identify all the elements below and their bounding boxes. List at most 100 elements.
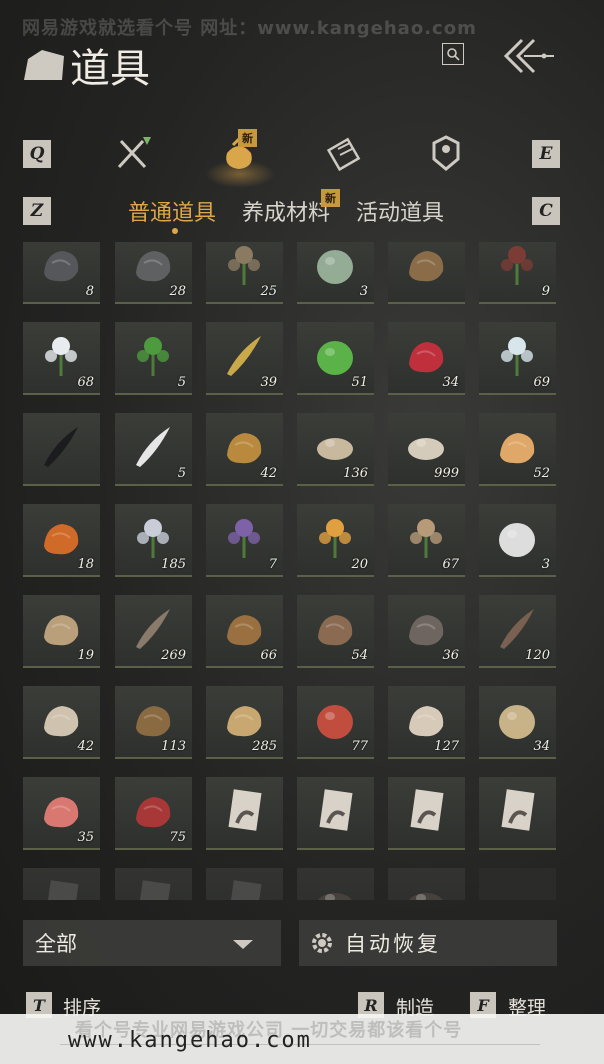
subtab-event-items[interactable]: 活动道具 [356, 195, 444, 227]
inventory-slot[interactable]: 9 [479, 242, 556, 304]
inventory-slot[interactable]: 36 [388, 595, 465, 668]
inventory-slot[interactable]: 已过期 [388, 868, 465, 900]
inventory-slot[interactable]: 69 [479, 322, 556, 395]
search-button[interactable] [442, 43, 464, 65]
lychee-icon [310, 694, 360, 744]
inventory-slot[interactable]: 51 [297, 322, 374, 395]
brown-feather-icon [492, 603, 542, 653]
cat-card-icon [401, 785, 451, 835]
subtab-materials[interactable]: 养成材料 [242, 195, 330, 227]
inventory-slot[interactable]: 54 [297, 595, 374, 668]
inventory-slot[interactable]: 285 [206, 686, 283, 759]
root-icon [219, 242, 269, 289]
item-count: 51 [351, 375, 368, 390]
meat-chunks-icon [36, 785, 86, 835]
inventory-slot[interactable]: 34 [388, 322, 465, 395]
inventory-slot[interactable]: 已过期 [23, 868, 100, 900]
golden-shell-icon [219, 421, 269, 471]
back-button[interactable] [500, 36, 556, 76]
incense-icon [219, 330, 269, 380]
inventory-slot[interactable]: 5 [115, 413, 192, 486]
inventory-slot[interactable]: 52 [479, 413, 556, 486]
inventory-slot[interactable]: 5 [115, 322, 192, 395]
inventory-slot[interactable]: 42 [23, 686, 100, 759]
inventory-slot[interactable]: 185 [115, 504, 192, 577]
item-count: 185 [161, 557, 186, 572]
inventory-slot[interactable]: 67 [388, 504, 465, 577]
black-feather-icon [36, 421, 86, 471]
item-count: 36 [442, 648, 459, 663]
stone-icon [128, 242, 178, 289]
item-count: 8 [85, 284, 94, 299]
inventory-slot[interactable]: 20 [297, 504, 374, 577]
item-count: 69 [533, 375, 550, 390]
inventory-slot[interactable]: 34 [479, 686, 556, 759]
tab-equipment[interactable] [113, 133, 153, 173]
inventory-slot[interactable]: 3 [297, 242, 374, 304]
back-arrows-icon [503, 38, 554, 74]
inventory-slot[interactable]: 66 [206, 595, 283, 668]
dog-card-icon [310, 785, 360, 835]
steak-icon [128, 785, 178, 835]
item-count: 77 [351, 739, 368, 754]
inventory-slot[interactable]: 77 [297, 686, 374, 759]
tab-scrolls[interactable] [324, 133, 364, 173]
inventory-slot[interactable]: 39 [206, 322, 283, 395]
inventory-slot[interactable]: 已过期 [206, 868, 283, 900]
expired-card-icon [36, 876, 86, 900]
next-subtab-key[interactable]: C [532, 197, 560, 225]
inventory-slot[interactable]: 19 [23, 595, 100, 668]
oyster-icon [36, 694, 86, 744]
prev-subtab-key[interactable]: Z [23, 197, 51, 225]
ginseng-icon [401, 512, 451, 562]
item-count: 285 [252, 739, 277, 754]
filter-dropdown[interactable]: 全部 [23, 920, 281, 966]
auto-restore-button[interactable]: 自动恢复 [299, 920, 557, 966]
inventory-slot[interactable]: 68 [23, 322, 100, 395]
tab-badges[interactable] [426, 133, 466, 173]
inventory-slot[interactable]: 7 [206, 504, 283, 577]
firewood-icon [310, 603, 360, 653]
inventory-slot[interactable] [297, 777, 374, 850]
prev-category-key[interactable]: Q [23, 140, 51, 168]
horse-card-icon [219, 785, 269, 835]
inventory-slot[interactable] [206, 777, 283, 850]
inventory-slot[interactable]: 42 [206, 413, 283, 486]
inventory-slot[interactable] [388, 242, 465, 304]
inventory-slot[interactable]: 75 [115, 777, 192, 850]
inventory-slot[interactable]: 18 [23, 504, 100, 577]
inventory-slot[interactable]: 28 [115, 242, 192, 304]
inventory-slot[interactable]: 35 [23, 777, 100, 850]
inventory-slot[interactable]: 已过期 [115, 868, 192, 900]
inventory-slot[interactable]: 136 [297, 413, 374, 486]
next-category-key[interactable]: E [532, 140, 560, 168]
white-flower-icon [36, 330, 86, 380]
inventory-slot[interactable]: 120 [479, 595, 556, 668]
empty-inventory-slot [479, 868, 556, 900]
item-count: 67 [442, 557, 459, 572]
inventory-slot[interactable]: 999 [388, 413, 465, 486]
search-icon [447, 48, 460, 61]
inventory-slot[interactable]: 8 [23, 242, 100, 304]
inventory-slot[interactable] [479, 777, 556, 850]
item-count: 34 [533, 739, 550, 754]
subtab-normal-items[interactable]: 普通道具 [128, 195, 216, 227]
inventory-slot[interactable] [23, 413, 100, 486]
item-count: 18 [77, 557, 94, 572]
rabbit-card-icon [492, 785, 542, 835]
inventory-slot[interactable]: 已过期 [297, 868, 374, 900]
inventory-slot[interactable]: 3 [479, 504, 556, 577]
chevron-down-icon [233, 940, 253, 949]
gear-icon [312, 933, 332, 953]
inventory-slot[interactable] [388, 777, 465, 850]
item-count: 127 [434, 739, 459, 754]
inventory-slot[interactable]: 127 [388, 686, 465, 759]
expired-card-icon [219, 876, 269, 900]
inventory-slot[interactable]: 269 [115, 595, 192, 668]
item-count: 5 [177, 375, 186, 390]
milk-bowl-icon [401, 421, 451, 471]
new-badge: 新 [321, 189, 340, 207]
lavender-icon [219, 512, 269, 562]
inventory-slot[interactable]: 113 [115, 686, 192, 759]
inventory-slot[interactable]: 25 [206, 242, 283, 304]
